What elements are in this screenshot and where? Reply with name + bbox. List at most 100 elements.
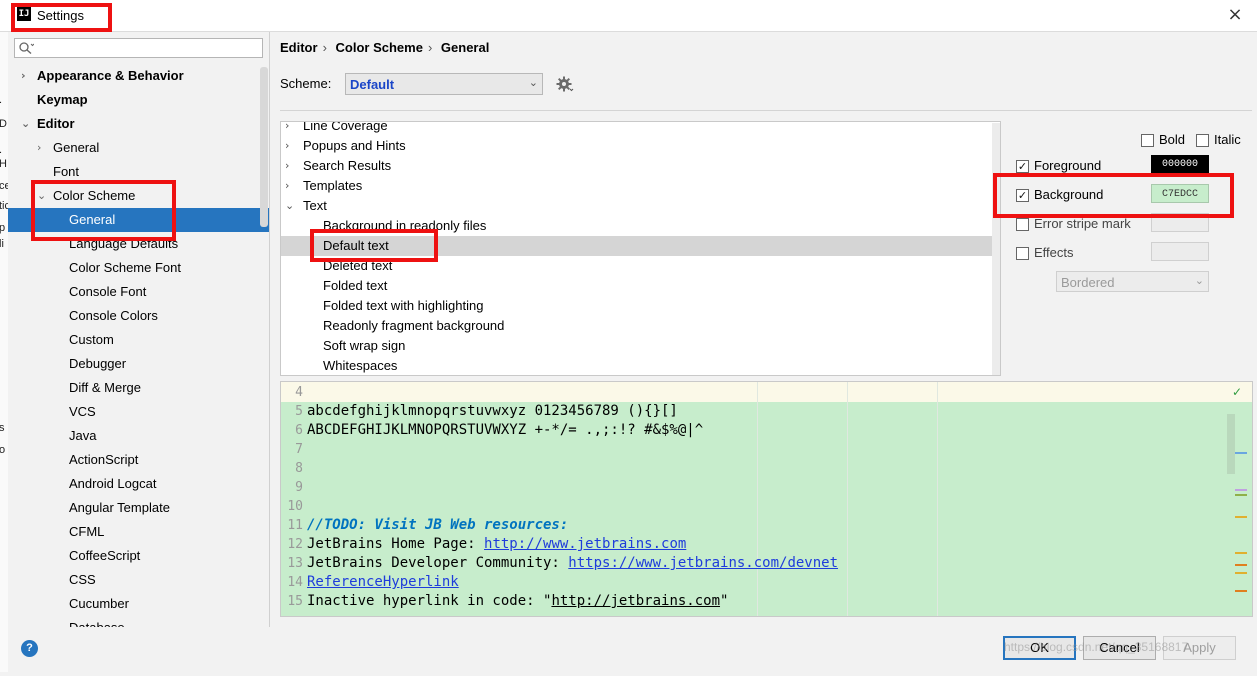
- code-hyperlink[interactable]: ReferenceHyperlink: [307, 574, 459, 590]
- chevron-right-icon[interactable]: ›: [21, 64, 31, 88]
- sidebar-item-label: Java: [69, 428, 97, 443]
- sidebar-item-label: CSS: [69, 572, 96, 587]
- search-input[interactable]: [14, 38, 263, 58]
- attributes-scrollbar[interactable]: [992, 123, 1000, 375]
- attribute-item-label: Folded text with highlighting: [323, 298, 484, 313]
- attribute-item-deleted-text[interactable]: Deleted text: [281, 256, 1000, 276]
- chevron-down-icon[interactable]: ⌄: [285, 196, 294, 216]
- italic-checkbox[interactable]: [1196, 134, 1209, 147]
- bold-checkbox[interactable]: [1141, 134, 1154, 147]
- attribute-item-folded-text[interactable]: Folded text: [281, 276, 1000, 296]
- attribute-item-whitespaces[interactable]: Whitespaces: [281, 356, 1000, 375]
- error-stripe-checkbox[interactable]: [1016, 218, 1029, 231]
- close-icon[interactable]: ×: [1224, 4, 1246, 26]
- sidebar-item-diff-merge[interactable]: Diff & Merge: [8, 376, 269, 400]
- chevron-right-icon[interactable]: ›: [285, 176, 289, 196]
- foreground-color-swatch[interactable]: 000000: [1151, 155, 1209, 174]
- code-text: ABCDEFGHIJKLMNOPQRSTUVWXYZ +-*/= .,;:!? …: [307, 422, 704, 438]
- background-window-text: li: [0, 238, 4, 250]
- sidebar-item-debugger[interactable]: Debugger: [8, 352, 269, 376]
- attribute-item-default-text[interactable]: Default text: [281, 236, 1000, 256]
- sidebar-item-vcs[interactable]: VCS: [8, 400, 269, 424]
- sidebar-item-color-scheme[interactable]: ⌄ Color Scheme: [8, 184, 269, 208]
- line-number: 10: [287, 499, 303, 514]
- scheme-label: Scheme:: [280, 76, 332, 91]
- sidebar-item-console-font[interactable]: Console Font: [8, 280, 269, 304]
- error-stripe-mark[interactable]: [1235, 516, 1247, 518]
- sidebar-item-database[interactable]: Database: [8, 616, 269, 627]
- background-checkbox[interactable]: ✓: [1016, 189, 1029, 202]
- window-title: Settings: [37, 8, 84, 23]
- attribute-item-folded-text-with-highlighting[interactable]: Folded text with highlighting: [281, 296, 1000, 316]
- sidebar-item-label: Cucumber: [69, 596, 129, 611]
- attribute-item-popups-and-hints[interactable]: › Popups and Hints: [281, 136, 1000, 156]
- attribute-item-label: Default text: [323, 238, 389, 253]
- sidebar-item-cfml[interactable]: CFML: [8, 520, 269, 544]
- sidebar-item-appearance-behavior[interactable]: › Appearance & Behavior: [8, 64, 269, 88]
- sidebar-item-label: CFML: [69, 524, 105, 539]
- sidebar-item-actionscript[interactable]: ActionScript: [8, 448, 269, 472]
- error-stripe-mark[interactable]: [1235, 564, 1247, 566]
- error-stripe-color-swatch[interactable]: [1151, 213, 1209, 232]
- preview-scrollbar-thumb[interactable]: [1227, 414, 1235, 474]
- error-stripe-mark[interactable]: [1235, 494, 1247, 496]
- code-line: 6 ABCDEFGHIJKLMNOPQRSTUVWXYZ +-*/= .,;:!?…: [281, 421, 703, 440]
- attribute-item-text[interactable]: ⌄ Text: [281, 196, 1000, 216]
- help-icon[interactable]: ?: [21, 640, 38, 657]
- error-stripe-gutter[interactable]: [1227, 402, 1249, 616]
- code-line: 5 abcdefghijklmnopqrstuvwxyz 0123456789 (…: [281, 402, 678, 421]
- sidebar-item-language-defaults[interactable]: Language Defaults: [8, 232, 269, 256]
- error-stripe-mark[interactable]: [1235, 489, 1247, 491]
- attributes-tree: › Line Coverage › Popups and Hints › Search R…: [280, 121, 1001, 376]
- error-stripe-mark[interactable]: [1235, 552, 1247, 554]
- scheme-dropdown[interactable]: Default ⌄: [345, 73, 543, 95]
- breadcrumb-item: Color Scheme: [335, 40, 423, 55]
- code-preview[interactable]: 4 5 abcdefghijklmnopqrstuvwxyz 0123456789 …: [280, 381, 1253, 617]
- chevron-right-icon[interactable]: ›: [285, 122, 289, 136]
- bold-label: Bold: [1159, 132, 1186, 147]
- chevron-right-icon[interactable]: ›: [285, 136, 289, 156]
- code-line: 13 JetBrains Developer Community: https:/…: [281, 554, 838, 573]
- attribute-item-line-coverage[interactable]: › Line Coverage: [281, 122, 1000, 136]
- effects-label: Effects: [1034, 245, 1074, 260]
- attribute-item-readonly-fragment-background[interactable]: Readonly fragment background: [281, 316, 1000, 336]
- error-stripe-mark[interactable]: [1235, 572, 1247, 574]
- attribute-item-search-results[interactable]: › Search Results: [281, 156, 1000, 176]
- effects-checkbox[interactable]: [1016, 247, 1029, 260]
- sidebar-item-css[interactable]: CSS: [8, 568, 269, 592]
- background-window-text: o: [0, 444, 6, 456]
- chevron-down-icon[interactable]: ⌄: [21, 112, 31, 136]
- sidebar-scrollbar[interactable]: [260, 67, 268, 227]
- effects-style-dropdown[interactable]: Bordered ⌄: [1056, 271, 1209, 292]
- gear-icon[interactable]: [554, 74, 574, 94]
- sidebar-item-coffeescript[interactable]: CoffeeScript: [8, 544, 269, 568]
- sidebar-item-keymap[interactable]: Keymap: [8, 88, 269, 112]
- sidebar-item-android-logcat[interactable]: Android Logcat: [8, 472, 269, 496]
- error-stripe-mark[interactable]: [1235, 590, 1247, 592]
- sidebar-item-font[interactable]: Font: [8, 160, 269, 184]
- chevron-right-icon[interactable]: ›: [37, 136, 47, 160]
- sidebar-item-console-colors[interactable]: Console Colors: [8, 304, 269, 328]
- attribute-item-templates[interactable]: › Templates: [281, 176, 1000, 196]
- line-number: 7: [295, 442, 303, 457]
- background-color-swatch[interactable]: C7EDCC: [1151, 184, 1209, 203]
- effects-color-swatch[interactable]: [1151, 242, 1209, 261]
- sidebar-item-angular-template[interactable]: Angular Template: [8, 496, 269, 520]
- sidebar-item-general[interactable]: General: [8, 208, 269, 232]
- sidebar-item-general[interactable]: › General: [8, 136, 269, 160]
- attribute-item-soft-wrap-sign[interactable]: Soft wrap sign: [281, 336, 1000, 356]
- sidebar-item-java[interactable]: Java: [8, 424, 269, 448]
- sidebar-item-editor[interactable]: ⌄ Editor: [8, 112, 269, 136]
- sidebar-item-custom[interactable]: Custom: [8, 328, 269, 352]
- attribute-item-background-in-readonly-files[interactable]: Background in readonly files: [281, 216, 1000, 236]
- chevron-right-icon[interactable]: ›: [285, 156, 289, 176]
- sidebar-item-color-scheme-font[interactable]: Color Scheme Font: [8, 256, 269, 280]
- line-number: 8: [295, 461, 303, 476]
- code-hyperlink[interactable]: https://www.jetbrains.com/devnet: [568, 555, 838, 571]
- error-stripe-mark[interactable]: [1235, 452, 1247, 454]
- chevron-down-icon[interactable]: ⌄: [37, 184, 47, 208]
- background-window-text: .: [0, 144, 2, 156]
- code-hyperlink[interactable]: http://www.jetbrains.com: [484, 536, 686, 552]
- foreground-checkbox[interactable]: ✓: [1016, 160, 1029, 173]
- sidebar-item-cucumber[interactable]: Cucumber: [8, 592, 269, 616]
